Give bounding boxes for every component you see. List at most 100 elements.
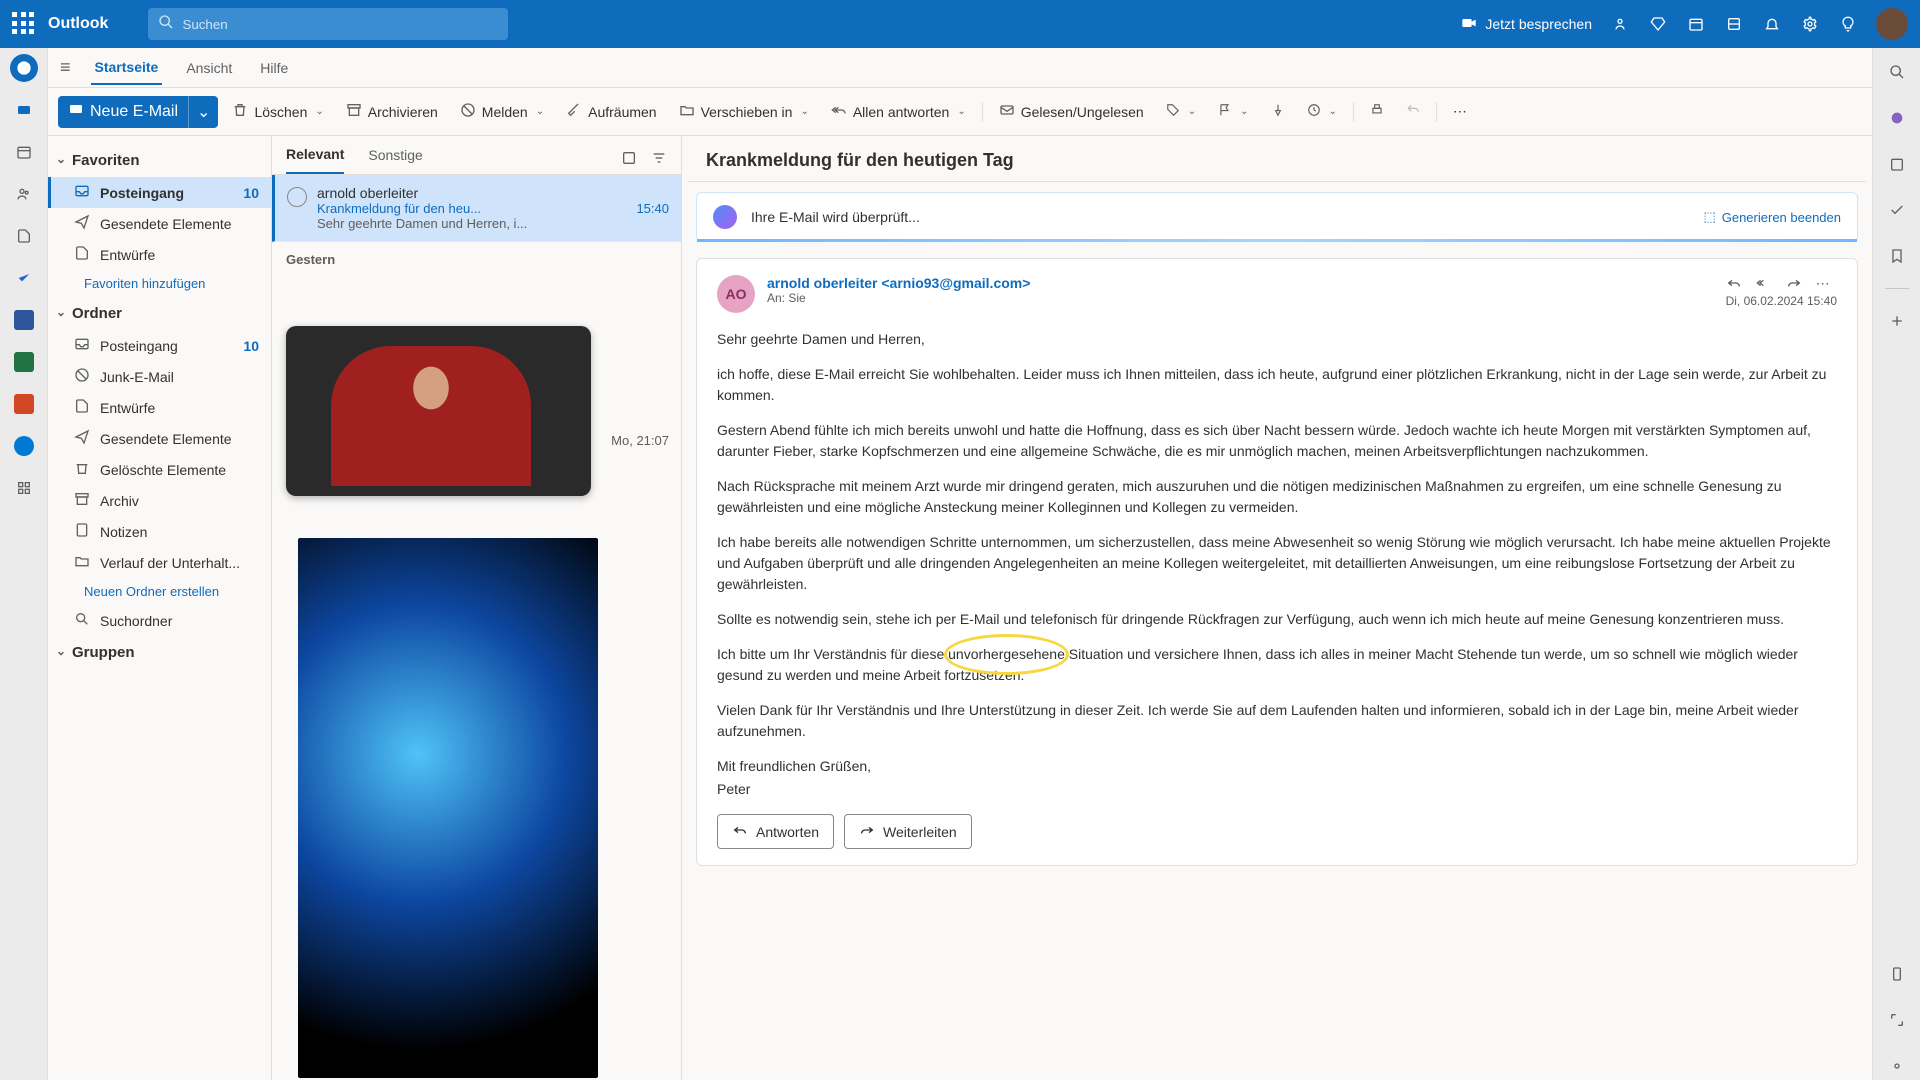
rail-word-icon[interactable] — [10, 306, 38, 334]
replyall-icon[interactable] — [1756, 275, 1772, 294]
archive-label: Archivieren — [368, 104, 438, 120]
message-item-1[interactable]: arnold oberleiter Krankmeldung für den h… — [272, 175, 681, 242]
readunread-button[interactable]: Gelesen/Ungelesen — [991, 96, 1152, 127]
teams-icon[interactable] — [1610, 14, 1630, 34]
rail-task-icon[interactable] — [1883, 196, 1911, 224]
ai-check-banner: Ihre E-Mail wird überprüft... ⬚Generiere… — [696, 192, 1858, 242]
rail-powerpoint-icon[interactable] — [10, 390, 38, 418]
right-rail — [1872, 48, 1920, 1080]
rail-phone-icon[interactable] — [1883, 960, 1911, 988]
filter-icon[interactable] — [651, 150, 667, 171]
video-icon — [1461, 15, 1477, 34]
forward-icon[interactable] — [1786, 275, 1802, 294]
rail-files-icon[interactable] — [10, 222, 38, 250]
hamburger-icon[interactable]: ≡ — [60, 57, 71, 78]
message-checkbox[interactable] — [287, 187, 307, 207]
folder-search[interactable]: Suchordner — [48, 605, 271, 636]
section-favorites[interactable]: Favoriten — [48, 144, 271, 177]
search-input[interactable] — [182, 17, 498, 32]
tab-other[interactable]: Sonstige — [368, 147, 422, 173]
mail-paragraph: Sehr geehrte Damen und Herren, — [717, 329, 1837, 350]
flag-icon — [1218, 103, 1232, 120]
lightbulb-icon[interactable] — [1838, 14, 1858, 34]
folder-junk[interactable]: Junk-E-Mail — [48, 361, 271, 392]
folder-conversation[interactable]: Verlauf der Unterhalt... — [48, 547, 271, 578]
folder-sent-fav[interactable]: Gesendete Elemente — [48, 208, 271, 239]
new-mail-chevron[interactable]: ⌄ — [188, 96, 218, 128]
section-groups[interactable]: Gruppen — [48, 636, 271, 669]
folder-inbox-fav[interactable]: Posteingang10 — [48, 177, 271, 208]
org-icon[interactable] — [1724, 14, 1744, 34]
rail-more-apps-icon[interactable] — [10, 474, 38, 502]
calendar-day-icon[interactable] — [1686, 14, 1706, 34]
folder-move-icon — [679, 102, 695, 121]
rail-excel-icon[interactable] — [10, 348, 38, 376]
rail-mail-icon[interactable] — [10, 96, 38, 124]
delete-button[interactable]: Löschen⌄ — [224, 96, 331, 127]
print-button[interactable] — [1362, 97, 1392, 126]
image-overlay[interactable] — [298, 538, 598, 1078]
folder-label: Entwürfe — [100, 400, 155, 416]
rail-people-icon[interactable] — [10, 180, 38, 208]
delete-label: Löschen — [254, 104, 307, 120]
meet-now-button[interactable]: Jetzt besprechen — [1461, 15, 1592, 34]
mail-card: AO arnold oberleiter <arnio93@gmail.com>… — [696, 258, 1858, 866]
new-mail-button[interactable]: Neue E-Mail ⌄ — [58, 96, 218, 128]
diamond-icon[interactable] — [1648, 14, 1668, 34]
folder-sent[interactable]: Gesendete Elemente — [48, 423, 271, 454]
folder-inbox[interactable]: Posteingang10 — [48, 330, 271, 361]
folder-drafts[interactable]: Entwürfe — [48, 392, 271, 423]
folder-drafts-fav[interactable]: Entwürfe — [48, 239, 271, 270]
video-pip-overlay[interactable] — [286, 326, 591, 496]
undo-button[interactable] — [1398, 97, 1428, 126]
rail-settings-icon[interactable] — [1883, 1052, 1911, 1080]
meet-now-label: Jetzt besprechen — [1485, 16, 1592, 32]
pin-button[interactable] — [1263, 97, 1293, 126]
report-button[interactable]: Melden⌄ — [452, 96, 552, 127]
new-folder-link[interactable]: Neuen Ordner erstellen — [48, 578, 271, 605]
snooze-button[interactable]: ⌄ — [1299, 97, 1345, 126]
folder-notes[interactable]: Notizen — [48, 516, 271, 547]
section-folders[interactable]: Ordner — [48, 297, 271, 330]
gear-icon[interactable] — [1800, 14, 1820, 34]
top-header: Outlook Jetzt besprechen — [0, 0, 1920, 48]
add-favorite-link[interactable]: Favoriten hinzufügen — [48, 270, 271, 297]
sender-avatar[interactable]: AO — [717, 275, 755, 313]
reply-button[interactable]: Antworten — [717, 814, 834, 849]
rail-calendar-icon[interactable] — [10, 138, 38, 166]
cleanup-button[interactable]: Aufräumen — [558, 96, 664, 127]
tab-view[interactable]: Ansicht — [182, 52, 236, 84]
archive-icon — [74, 491, 90, 510]
message-tabs: Relevant Sonstige — [272, 136, 681, 175]
tab-help[interactable]: Hilfe — [256, 52, 292, 84]
flag-button[interactable]: ⌄ — [1210, 97, 1256, 126]
more-actions-icon[interactable]: ⋯ — [1816, 275, 1830, 294]
bell-icon[interactable] — [1762, 14, 1782, 34]
rail-onedrive-icon[interactable] — [10, 432, 38, 460]
moveto-button[interactable]: Verschieben in⌄ — [671, 96, 817, 127]
tag-button[interactable]: ⌄ — [1158, 97, 1204, 126]
user-avatar[interactable] — [1876, 8, 1908, 40]
folder-deleted[interactable]: Gelöschte Elemente — [48, 454, 271, 485]
replyall-button[interactable]: Allen antworten⌄ — [823, 96, 974, 127]
rail-search-icon[interactable] — [1883, 58, 1911, 86]
rail-copilot-icon[interactable] — [1883, 104, 1911, 132]
search-box[interactable] — [148, 8, 508, 40]
rail-expand-icon[interactable] — [1883, 1006, 1911, 1034]
rail-todo-icon[interactable] — [10, 264, 38, 292]
sender-name[interactable]: arnold oberleiter <arnio93@gmail.com> — [767, 275, 1714, 291]
stop-generating-button[interactable]: ⬚Generieren beenden — [1703, 209, 1841, 225]
tab-focused[interactable]: Relevant — [286, 146, 344, 174]
more-button[interactable]: ⋯ — [1445, 97, 1475, 126]
select-all-icon[interactable] — [621, 150, 637, 171]
archive-button[interactable]: Archivieren — [338, 96, 446, 127]
reply-icon[interactable] — [1726, 275, 1742, 294]
rail-add-icon[interactable] — [1883, 307, 1911, 335]
rail-bookmark-icon[interactable] — [1883, 242, 1911, 270]
app-launcher-icon[interactable] — [12, 12, 36, 36]
rail-home-icon[interactable] — [10, 54, 38, 82]
rail-day-icon[interactable] — [1883, 150, 1911, 178]
folder-archive[interactable]: Archiv — [48, 485, 271, 516]
forward-button[interactable]: Weiterleiten — [844, 814, 972, 849]
tab-home[interactable]: Startseite — [91, 51, 163, 85]
